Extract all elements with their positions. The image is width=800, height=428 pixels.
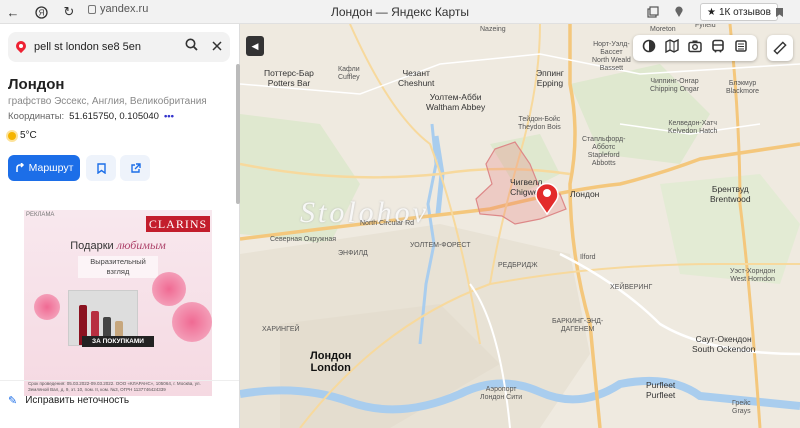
map-label-theydon-bois: Тейдон-Бойс Theydon Bois [518, 116, 561, 131]
map-label-north-circular: North Circular Rd [360, 220, 415, 227]
panorama-icon[interactable] [665, 38, 679, 58]
close-icon[interactable] [212, 38, 222, 56]
ad-headline-accent: любимым [116, 238, 166, 252]
map-layers-toolbar [633, 35, 757, 61]
bookmark-icon [96, 162, 106, 174]
map-label-moreton: Moreton [650, 26, 676, 33]
yandex-icon[interactable]: Я [32, 3, 50, 21]
map-label-a406: Ilford [580, 254, 596, 261]
reviews-badge[interactable]: ★ 1К отзывов [700, 3, 778, 21]
reviews-text: 1К отзывов [718, 6, 771, 18]
place-title: Лондон [8, 76, 65, 93]
reload-icon[interactable]: ↻ [60, 3, 78, 21]
ruler-icon [773, 41, 787, 55]
url-text: yandex.ru [100, 3, 149, 15]
coords-value[interactable]: 51.615750, 0.105040 [69, 111, 159, 122]
bookmark-icon[interactable] [770, 3, 788, 21]
back-icon[interactable]: ← [4, 3, 22, 21]
map-label-epping: Эппинг Epping [536, 68, 564, 88]
map-canvas[interactable]: ◀ Stolohov Nazeing Moreton Fyfield Норт-Уэл… [240, 24, 800, 428]
map-label-cuffley: Кафли Cuffley [338, 66, 360, 81]
coords-label: Координаты: [8, 111, 65, 122]
map-label-walthamstow: УОЛТЕМ-ФОРЕСТ [410, 242, 471, 249]
ad-headline-plain: Подарки [70, 240, 117, 252]
search-box[interactable]: pell st london se8 5en [8, 32, 230, 62]
map-label-potters-bar: Поттерс-Бар Potters Bar [264, 68, 314, 88]
map-label-nazeing: Nazeing [480, 26, 506, 33]
map-label-waltham-abbey: Уолтем-Абби Waltham Abbey [426, 92, 486, 112]
map-label-stapleford-abbotts: Стапльфорд- Абботс Stapleford Abbotts [582, 136, 626, 167]
map-label-kelvedon-hatch: Келведон-Хатч Kelvedon Hatch [668, 120, 718, 135]
route-icon [15, 163, 24, 172]
fix-label: Исправить неточность [25, 395, 130, 406]
map-label-chipping-ongar: Чиппинг-Онгар Chipping Ongar [650, 78, 700, 93]
map-label-m25-road: Северная Окружная [270, 236, 337, 243]
location-marker[interactable] [534, 181, 560, 215]
collapse-sidebar-button[interactable]: ◀ [246, 36, 264, 56]
map-label-redbridge: РЕДБРИДЖ [498, 262, 538, 269]
place-subtitle: графство Эссекс, Англия, Великобритания [8, 96, 207, 107]
ad-subtext: Выразительный взгляд [78, 256, 158, 278]
pin-icon [16, 41, 26, 54]
bus-icon[interactable] [711, 39, 725, 58]
lock-icon [88, 4, 96, 14]
search-icon[interactable] [185, 38, 198, 56]
ad-flower [34, 294, 60, 320]
map-label-west-horndon: Уэст-Хорндон West Horndon [730, 268, 776, 283]
map-label-grays: Грейс Grays [732, 400, 751, 415]
map-label-fyfield: Fyfield [695, 24, 716, 29]
route-label: Маршрут [28, 162, 74, 174]
star-icon: ★ [707, 6, 716, 18]
map-label-london-city: Лондон London [310, 350, 352, 374]
share-button[interactable] [120, 155, 150, 181]
map-label-enfield: ЭНФИЛД [338, 250, 368, 257]
sun-icon [8, 131, 16, 140]
ad-brand: CLARINS [146, 216, 210, 232]
map-label-karing: ХАРИНГЕЙ [262, 326, 300, 333]
ad-label: РЕКЛАМА [26, 212, 55, 218]
map-label-north-weald: Норт-Уэлд- Бассет North Weald Bassett [592, 41, 631, 72]
location-icon[interactable] [670, 3, 688, 21]
sidebar: pell st london se8 5en Лондон графство Э… [0, 24, 240, 428]
ruler-button[interactable] [767, 35, 793, 61]
bookmark-button[interactable] [86, 155, 116, 181]
advertisement[interactable]: РЕКЛАМА CLARINS Подарки любимым Выразите… [24, 210, 212, 396]
share-icon [130, 162, 141, 173]
ad-cta-button[interactable]: ЗА ПОКУПКАМИ [82, 336, 154, 347]
fix-inaccuracy-link[interactable]: ✎ Исправить неточность [8, 394, 129, 407]
weather-temp: 5°C [20, 130, 37, 141]
photo-icon[interactable] [688, 39, 702, 58]
map-label-london-marker-area: Лондон [570, 189, 600, 199]
ad-legal-text: Срок проведения: 05.03.2022-09.03.2022. … [28, 381, 201, 392]
layers-icon[interactable] [642, 39, 656, 58]
map-label-brentwood: Брентвуд Brentwood [710, 184, 751, 204]
map-label-purfleet: Purfleet Purfleet [646, 380, 676, 400]
map-label-cheshunt: Чезант Cheshunt [398, 68, 435, 88]
pencil-icon: ✎ [8, 395, 18, 407]
traffic-icon[interactable] [734, 39, 748, 58]
weather: 5°C [8, 130, 37, 141]
search-input[interactable]: pell st london se8 5en [34, 41, 185, 53]
tabs-icon[interactable] [644, 3, 662, 21]
ad-flower [152, 272, 186, 306]
address-bar[interactable]: yandex.ru [88, 3, 148, 15]
browser-toolbar: ← Я ↻ yandex.ru Лондон — Яндекс Карты ★ … [0, 0, 800, 24]
divider [0, 380, 239, 381]
coordinates: Координаты: 51.615750, 0.105040 ••• [8, 111, 174, 122]
map-label-blackmore: Блэкмур Blackmore [726, 80, 760, 95]
map-label-havering: ХЕЙВЕРИНГ [610, 284, 653, 291]
ad-headline: Подарки любимым [24, 238, 212, 253]
map-label-south-ockendon: Саут-Окендон South Ockendon [692, 334, 756, 354]
svg-text:Я: Я [38, 8, 44, 17]
map-label-barking: БАРКИНГ-ЭНД- ДАГЕНЕМ [552, 318, 604, 333]
coords-more-button[interactable]: ••• [164, 111, 174, 122]
ad-flower [172, 302, 212, 342]
route-button[interactable]: Маршрут [8, 155, 80, 181]
map-label-london-city-airport: Аэропорт Лондон Сити [480, 386, 523, 401]
